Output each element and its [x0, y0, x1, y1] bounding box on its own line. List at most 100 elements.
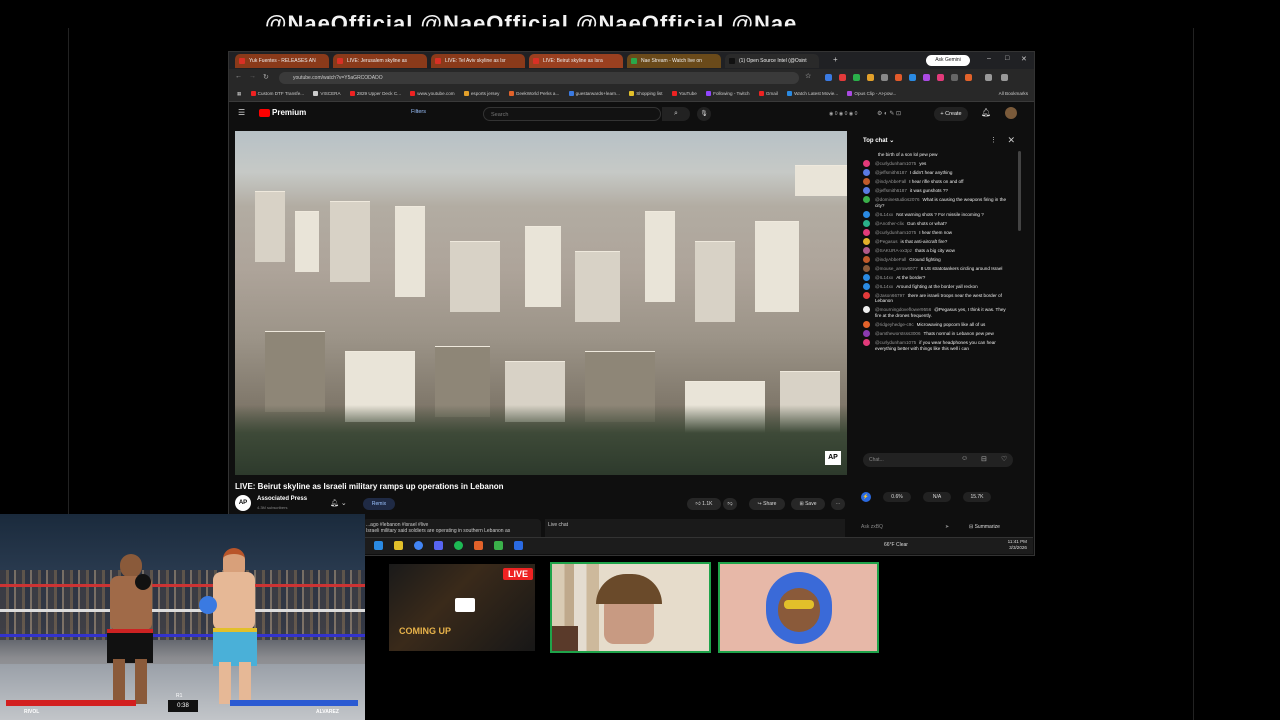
bookmark-item[interactable]: Gmail: [758, 87, 778, 101]
chat-username[interactable]: @dominestudios2076: [875, 197, 920, 202]
file-explorer-icon[interactable]: [394, 541, 403, 550]
chat-username[interactable]: @indyAbbeFall: [875, 179, 906, 184]
cam-tile-1[interactable]: COMING UP LIVE: [387, 562, 537, 653]
subscribed-bell-icon[interactable]: 🔔︎ ⌄: [330, 499, 347, 507]
extension-icon[interactable]: [951, 74, 958, 81]
summarize-button[interactable]: ⊟ Summarize: [969, 524, 1000, 530]
bookmark-item[interactable]: Watch Latest Movie...: [787, 87, 838, 101]
chat-username[interactable]: @ridgeyhedge-c9c: [875, 322, 914, 327]
bookmark-item[interactable]: Shopping list: [629, 87, 663, 101]
chat-avatar[interactable]: [863, 178, 870, 185]
extension-icon[interactable]: [1001, 74, 1008, 81]
send-icon[interactable]: ➤: [945, 524, 949, 530]
chat-username[interactable]: @IL14xx: [875, 284, 893, 289]
ask-gemini-button[interactable]: Ask Gemini: [926, 55, 970, 66]
tab-4[interactable]: Nae Stream - Watch live on: [627, 54, 721, 68]
chat-avatar[interactable]: [863, 210, 870, 218]
bookmark-item[interactable]: 2829 Upper Deck C...: [349, 87, 401, 101]
chat-username[interactable]: @curlydunham1075: [875, 230, 916, 235]
all-bookmarks[interactable]: All Bookmarks: [999, 87, 1028, 101]
more-vert-icon[interactable]: ⋮: [990, 136, 997, 144]
start-icon[interactable]: [374, 541, 383, 550]
spotify-icon[interactable]: [454, 541, 463, 550]
chat-avatar[interactable]: [863, 187, 870, 194]
chat-avatar[interactable]: [863, 160, 870, 167]
chat-scrollbar[interactable]: [1018, 151, 1021, 231]
close-icon[interactable]: ✕: [1007, 135, 1015, 146]
chat-input[interactable]: Chat...: [863, 453, 1013, 467]
more-button[interactable]: ⋯: [831, 498, 845, 510]
forward-icon[interactable]: →: [249, 73, 256, 80]
extension-icon[interactable]: [965, 74, 972, 81]
tab-1[interactable]: LIVE: Jerusalem skyline as: [333, 54, 427, 68]
bookmark-item[interactable]: www.youtube.com: [410, 87, 455, 101]
cam-tile-3[interactable]: [718, 562, 879, 653]
ask-input[interactable]: Ask zxBQ: [861, 524, 883, 530]
url-input[interactable]: youtube.com/watch?v=Y5aGRCODADO: [279, 72, 799, 84]
chat-username[interactable]: @Jason66797: [875, 293, 905, 298]
channel-name[interactable]: Associated Press: [257, 496, 307, 502]
chrome-icon[interactable]: [414, 541, 423, 550]
bookmark-item[interactable]: esports jersey: [463, 87, 499, 101]
dislike-button[interactable]: 👎︎: [723, 498, 737, 510]
bookmark-star-icon[interactable]: ☆: [805, 72, 811, 80]
bookmark-item[interactable]: YouTube: [671, 87, 697, 101]
extension-icon[interactable]: [853, 74, 860, 81]
chat-username[interactable]: @amtheworstsss3006: [875, 331, 921, 336]
chat-username[interactable]: @mouse_arrow6077: [875, 266, 918, 271]
voice-search-button[interactable]: 🎙: [697, 107, 711, 121]
chat-avatar[interactable]: [863, 329, 870, 337]
avatar[interactable]: [1005, 107, 1017, 119]
bookmark-item[interactable]: VISCERA: [313, 87, 341, 101]
chat-username[interactable]: @indyAbbeFall: [875, 257, 906, 262]
bookmark-item[interactable]: guestarwards+learn...: [568, 87, 620, 101]
chat-username[interactable]: @jeffsmith6187: [875, 170, 907, 175]
chat-avatar[interactable]: [863, 291, 870, 299]
chat-username[interactable]: @IL14xx: [875, 212, 893, 217]
filters-button[interactable]: Filters: [411, 109, 426, 115]
chat-avatar[interactable]: [863, 228, 870, 236]
tab-2[interactable]: LIVE: Tel Aviv skyline as Isr: [431, 54, 525, 68]
cam-tile-2[interactable]: [550, 562, 711, 653]
extension-icon[interactable]: [839, 74, 846, 81]
extension-icon[interactable]: [909, 74, 916, 81]
toolbar-icons[interactable]: ⚙ ◐ ✎ ⊡: [877, 110, 901, 117]
maximize-icon[interactable]: □: [1005, 55, 1009, 62]
emoji-icon[interactable]: ☺: [961, 455, 968, 462]
video-player[interactable]: AP: [235, 131, 847, 475]
discord-icon[interactable]: [434, 541, 443, 550]
chat-avatar[interactable]: [863, 255, 870, 263]
bookmark-item[interactable]: Following - Twitch: [706, 87, 750, 101]
chat-avatar[interactable]: [863, 273, 870, 281]
bookmark-item[interactable]: Opus Clip - AI-pow...: [847, 87, 896, 101]
chat-avatar[interactable]: [863, 306, 870, 314]
chat-username[interactable]: @IL14xx: [875, 275, 893, 280]
weather-widget[interactable]: 66°F Clear: [884, 542, 908, 548]
app-icon[interactable]: [514, 541, 523, 550]
tab-0[interactable]: Yuk Fuentes - RELEASES AN: [235, 54, 329, 68]
extension-icon[interactable]: [867, 74, 874, 81]
bookmark-item[interactable]: GeekWorld Perks a...: [508, 87, 559, 101]
extension-icon[interactable]: [923, 74, 930, 81]
channel-avatar[interactable]: AP: [235, 495, 251, 511]
share-button[interactable]: ↪ Share: [749, 498, 785, 510]
chat-username[interactable]: @Another-clix: [875, 221, 904, 226]
extension-icon[interactable]: [825, 74, 832, 81]
bell-icon[interactable]: 🔔︎: [981, 108, 991, 117]
minimize-icon[interactable]: –: [987, 55, 991, 62]
remix-button[interactable]: Remix: [363, 498, 395, 510]
chat-avatar[interactable]: [863, 246, 870, 254]
tab-5[interactable]: (1) Open Source Intel (@Osint: [725, 54, 819, 68]
save-button[interactable]: ⊞ Save: [791, 498, 825, 510]
super-chat-icon[interactable]: ⊟: [981, 455, 987, 463]
tab-3-active[interactable]: LIVE: Beirut skyline as Isra: [529, 54, 623, 68]
extension-icon[interactable]: [895, 74, 902, 81]
chat-header[interactable]: Top chat ⌄: [863, 137, 894, 144]
chat-username[interactable]: @mourningdoveflower9556: [875, 307, 931, 312]
chat-avatar[interactable]: [863, 320, 870, 328]
extension-icon[interactable]: [985, 74, 992, 81]
app-icon[interactable]: [494, 541, 503, 550]
chat-avatar[interactable]: [863, 338, 870, 346]
chat-avatar[interactable]: [863, 169, 870, 176]
reload-icon[interactable]: ↻: [263, 73, 269, 81]
